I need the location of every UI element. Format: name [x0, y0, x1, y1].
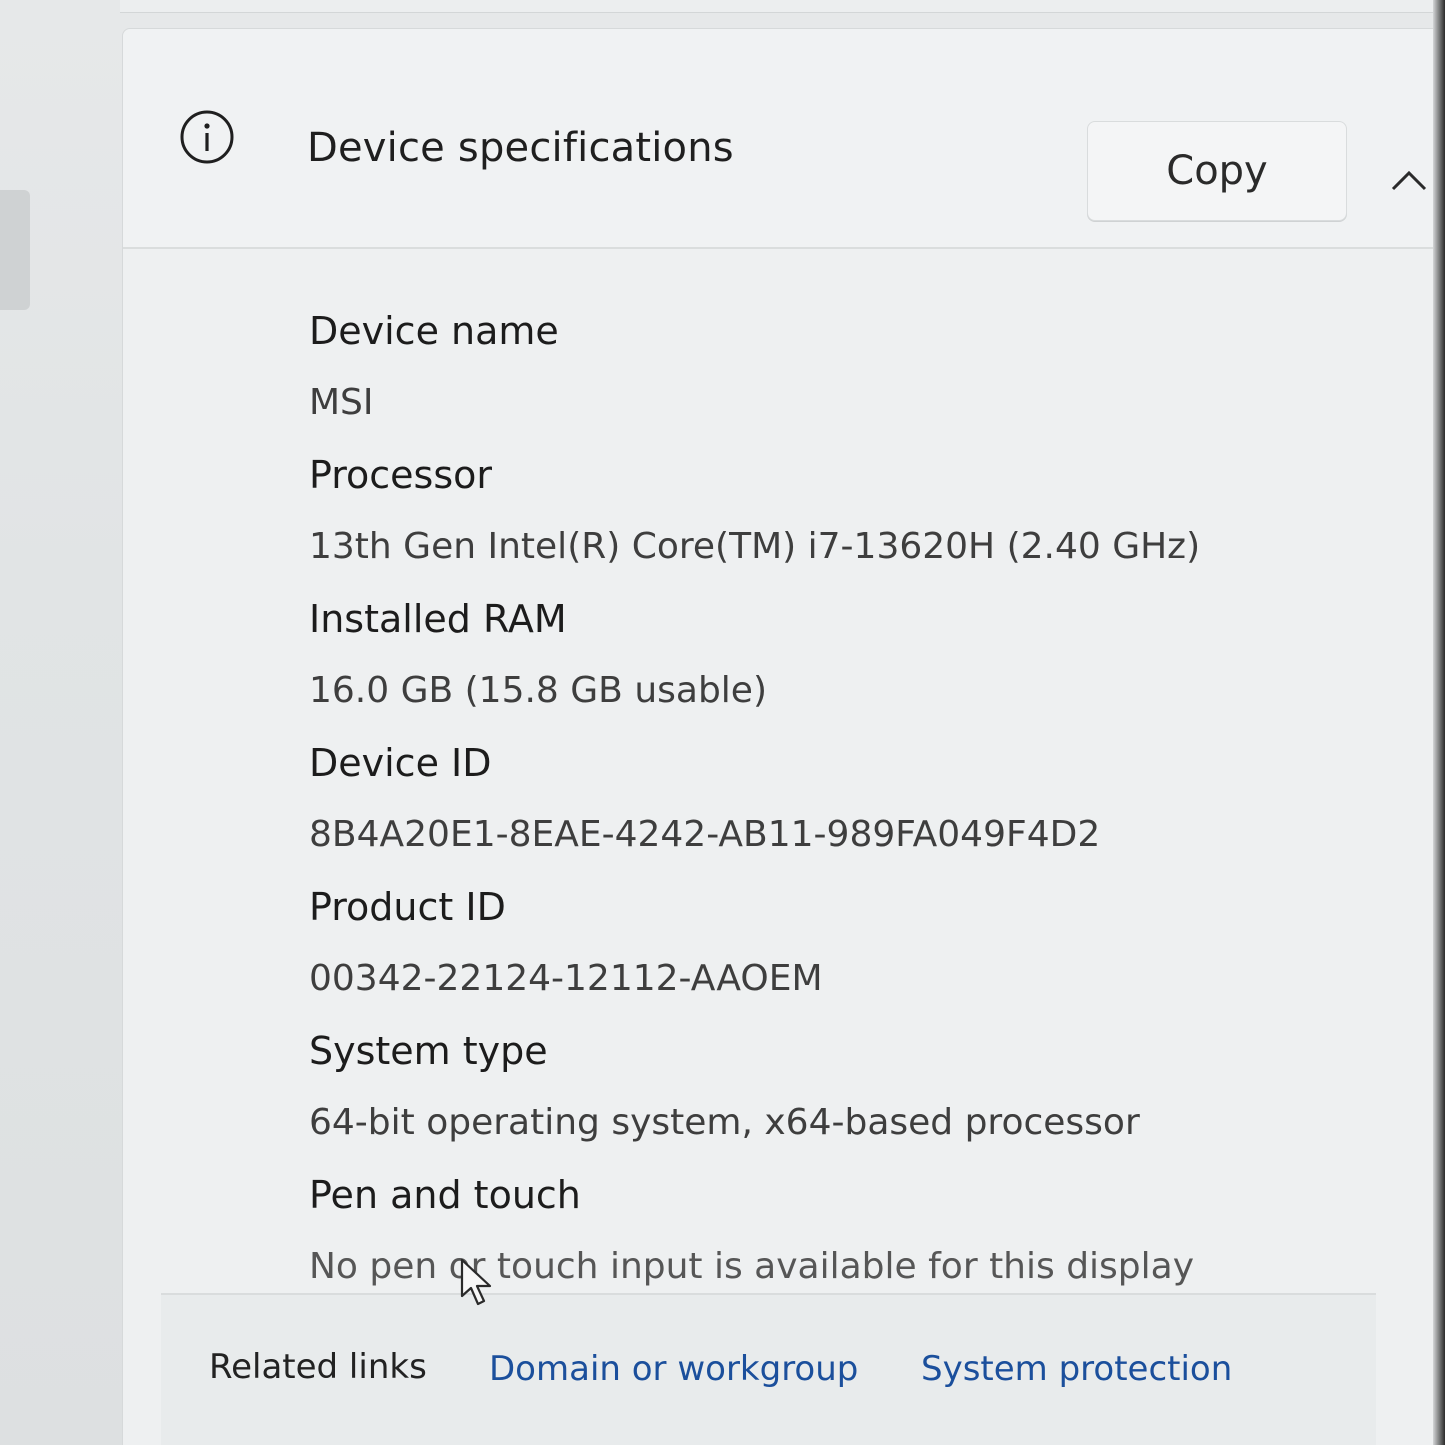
system-protection-link[interactable]: System protection [921, 1349, 1232, 1389]
spec-value-system-type: 64-bit operating system, x64-based proce… [309, 1102, 1140, 1143]
spec-value-product-id: 00342-22124-12112-AAOEM [309, 958, 823, 999]
related-links-label: Related links [209, 1347, 427, 1387]
spec-value-device-id: 8B4A20E1-8EAE-4242-AB11-989FA049F4D2 [309, 814, 1101, 855]
sidebar-edge [0, 190, 30, 310]
spec-value-processor: 13th Gen Intel(R) Core(TM) i7-13620H (2.… [309, 526, 1201, 567]
spec-label-system-type: System type [309, 1029, 548, 1073]
spec-label-device-name: Device name [309, 309, 559, 353]
previous-card-edge [120, 0, 1445, 13]
spec-label-processor: Processor [309, 453, 493, 497]
monitor-bezel-edge [1433, 0, 1445, 1445]
spec-label-device-id: Device ID [309, 741, 492, 785]
device-specifications-card: Device specifications Copy Device name M… [122, 28, 1445, 1445]
info-icon [180, 110, 234, 164]
copy-button[interactable]: Copy [1087, 121, 1347, 221]
domain-or-workgroup-link[interactable]: Domain or workgroup [489, 1349, 858, 1389]
section-title: Device specifications [307, 125, 734, 171]
card-header[interactable]: Device specifications Copy [123, 29, 1445, 249]
spec-label-product-id: Product ID [309, 885, 506, 929]
spec-value-device-name: MSI [309, 382, 374, 423]
spec-value-installed-ram: 16.0 GB (15.8 GB usable) [309, 670, 767, 711]
screen: Device specifications Copy Device name M… [0, 0, 1445, 1445]
related-links-bar: Related links Domain or workgroup System… [161, 1293, 1376, 1445]
mouse-cursor-icon [460, 1258, 492, 1306]
spec-label-installed-ram: Installed RAM [309, 597, 567, 641]
spec-list: Device name MSI Processor 13th Gen Intel… [309, 289, 1389, 1297]
chevron-up-icon[interactable] [1389, 167, 1429, 193]
spec-label-pen-and-touch: Pen and touch [309, 1173, 581, 1217]
